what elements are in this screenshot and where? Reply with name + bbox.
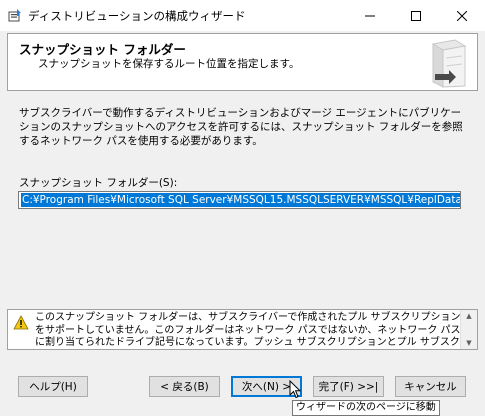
finish-button[interactable]: 完了(F) >>| [313,376,384,397]
warning-scrollbar[interactable]: ▲ ▼ [460,310,477,349]
wizard-window: ディストリビューションの構成ウィザード スナップショット フォルダー スナップシ… [0,0,485,416]
minimize-button[interactable] [347,0,393,31]
maximize-icon [411,10,421,21]
next-button-tooltip: ウィザードの次のページに移動 [292,400,440,416]
scroll-down-arrow-icon[interactable]: ▼ [461,337,477,349]
window-title: ディストリビューションの構成ウィザード [28,9,246,23]
warning-icon [13,315,29,330]
wizard-header: スナップショット フォルダー スナップショットを保存するルート位置を指定します。 [7,33,478,91]
header-subtitle: スナップショットを保存するルート位置を指定します。 [38,58,300,70]
wizard-app-icon [8,9,21,22]
close-button[interactable] [439,0,485,31]
title-bar[interactable]: ディストリビューションの構成ウィザード [0,0,485,31]
scroll-up-arrow-icon[interactable]: ▲ [461,310,477,322]
close-icon [457,10,467,21]
warning-panel: このスナップショット フォルダーは、サブスクライバーで作成されたプル サブスクリ… [7,309,478,350]
back-button[interactable]: < 戻る(B) [149,376,220,397]
snapshot-folder-input[interactable]: C:¥Program Files¥Microsoft SQL Server¥MS… [18,191,461,209]
server-graphic [431,39,467,88]
cancel-button[interactable]: キャンセル [395,376,466,397]
snapshot-folder-label: スナップショット フォルダー(S): [19,177,178,189]
mouse-pointer-icon [289,380,302,399]
minimize-icon [365,15,375,16]
snapshot-folder-value: C:¥Program Files¥Microsoft SQL Server¥MS… [21,193,461,207]
description-text: サブスクライバーで動作するディストリビューションおよびマージ エージェントにパブ… [19,107,463,147]
warning-text: このスナップショット フォルダーは、サブスクライバーで作成されたプル サブスクリ… [35,312,461,348]
maximize-button[interactable] [393,0,439,31]
help-button[interactable]: ヘルプ(H) [18,376,88,397]
